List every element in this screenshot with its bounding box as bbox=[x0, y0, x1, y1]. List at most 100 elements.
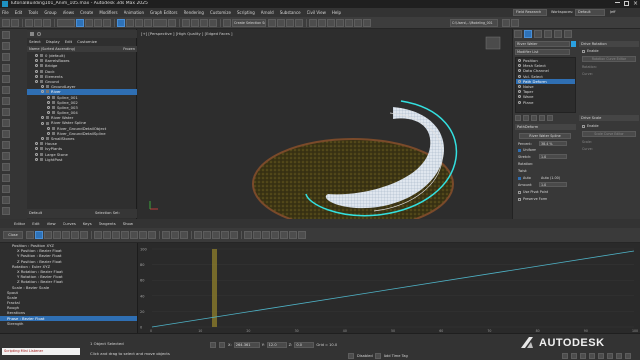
draw-curves-icon[interactable] bbox=[80, 231, 88, 239]
smooth-tangents-icon[interactable] bbox=[148, 231, 156, 239]
maximize-viewport-icon[interactable] bbox=[616, 353, 622, 359]
spline-tangents-icon[interactable] bbox=[103, 231, 111, 239]
menu-item[interactable]: Group bbox=[44, 10, 56, 15]
percent-snap-icon[interactable] bbox=[200, 19, 208, 27]
search-field[interactable]: Field Research bbox=[513, 9, 547, 16]
uniform-checkbox[interactable] bbox=[518, 149, 521, 152]
visibility-eye-icon[interactable] bbox=[35, 64, 38, 68]
rotate-icon[interactable] bbox=[126, 19, 134, 27]
visibility-eye-icon[interactable] bbox=[35, 74, 38, 78]
menu-item[interactable]: Rendering bbox=[184, 10, 204, 15]
move-keys-icon[interactable] bbox=[35, 231, 43, 239]
scale-icon[interactable] bbox=[135, 19, 143, 27]
pan-view-icon[interactable] bbox=[598, 353, 604, 359]
scene-list-item[interactable]: LightPost bbox=[27, 157, 137, 162]
scale-curve-editor-button[interactable]: Scale Curve Editor bbox=[582, 131, 636, 137]
visibility-eye-icon[interactable] bbox=[35, 142, 38, 146]
configure-sets-icon[interactable] bbox=[547, 115, 553, 121]
modifier-toggle-icon[interactable] bbox=[518, 79, 521, 83]
modify-tab-icon[interactable] bbox=[524, 30, 532, 38]
motion-tab-icon[interactable] bbox=[544, 30, 552, 38]
display-tab-icon[interactable] bbox=[554, 30, 562, 38]
modifier-list-dropdown[interactable]: Modifier List bbox=[515, 49, 570, 55]
layer-explorer-icon[interactable] bbox=[286, 19, 294, 27]
visibility-eye-icon[interactable] bbox=[35, 147, 38, 151]
show-end-result-icon[interactable] bbox=[523, 115, 529, 121]
linear-tangents-icon[interactable] bbox=[139, 231, 147, 239]
select-by-name-icon[interactable] bbox=[85, 19, 93, 27]
minimize-icon[interactable] bbox=[615, 2, 620, 3]
display-geometry-icon[interactable] bbox=[2, 64, 10, 72]
visibility-eye-icon[interactable] bbox=[35, 69, 38, 73]
object-name-field[interactable]: River Water bbox=[515, 41, 570, 47]
visibility-eye-icon[interactable] bbox=[41, 116, 44, 120]
menu-item[interactable]: Graph Editors bbox=[150, 10, 177, 15]
object-color-swatch[interactable] bbox=[571, 41, 576, 47]
display-helpers-icon[interactable] bbox=[2, 108, 10, 116]
zoom-region-icon[interactable] bbox=[230, 231, 238, 239]
select-object-icon[interactable] bbox=[76, 19, 84, 27]
isolate-selection-icon[interactable] bbox=[210, 342, 216, 348]
amount-spinner[interactable]: 1.0 bbox=[539, 182, 567, 187]
function-curve-graph[interactable]: 100 80 60 40 20 0 0 10 20 30 40 50 60 70 80 90 100 bbox=[138, 243, 640, 333]
menu-item[interactable]: Substance bbox=[280, 10, 301, 15]
visibility-eye-icon[interactable] bbox=[47, 105, 50, 109]
zoom-viewport-icon[interactable] bbox=[562, 353, 568, 359]
curve-editor-menu[interactable]: Edit bbox=[32, 221, 39, 226]
create-tab-icon[interactable] bbox=[514, 30, 522, 38]
isolate-curve-icon[interactable] bbox=[244, 231, 252, 239]
pathdeform-rollout-header[interactable]: PathDeform bbox=[515, 124, 576, 130]
visibility-eye-icon[interactable] bbox=[41, 121, 44, 125]
sort-by-layer-icon[interactable] bbox=[2, 196, 10, 204]
visibility-eye-icon[interactable] bbox=[41, 90, 44, 94]
frame-value-icon[interactable] bbox=[212, 231, 220, 239]
display-hidden-icon[interactable] bbox=[2, 185, 10, 193]
zoom-all-icon[interactable] bbox=[571, 353, 577, 359]
menu-item[interactable]: Help bbox=[332, 10, 341, 15]
drive-scale-header[interactable]: Drive Scale bbox=[579, 115, 639, 121]
pan-icon[interactable] bbox=[194, 231, 202, 239]
project-path-dropdown[interactable]: C:\Users\...\Modeling_001 bbox=[450, 19, 498, 27]
track-list-item[interactable]: Strength bbox=[0, 321, 137, 326]
visibility-eye-icon[interactable] bbox=[41, 85, 44, 89]
edit-named-sets-icon[interactable] bbox=[223, 19, 231, 27]
name-column-header[interactable]: Name (Sorted Ascending) bbox=[29, 46, 75, 52]
menu-item[interactable]: Edit bbox=[15, 10, 23, 15]
visibility-eye-icon[interactable] bbox=[47, 126, 50, 130]
visibility-eye-icon[interactable] bbox=[47, 131, 50, 135]
drive-scale-enable-checkbox[interactable] bbox=[582, 125, 585, 128]
rotation-curve-editor-button[interactable]: Rotation Curve Editor bbox=[582, 56, 636, 62]
time-tag-icon[interactable] bbox=[374, 353, 381, 359]
place-icon[interactable] bbox=[144, 19, 152, 27]
display-none-icon[interactable] bbox=[2, 42, 10, 50]
close-curve-editor-button[interactable]: Close bbox=[3, 231, 23, 239]
curve-editor-menu[interactable]: View bbox=[47, 221, 56, 226]
scale-values-icon[interactable] bbox=[62, 231, 70, 239]
display-frozen-icon[interactable] bbox=[2, 174, 10, 182]
maxscript-listener[interactable]: Scripting Mini Listener bbox=[2, 348, 80, 355]
key-stats-icon[interactable] bbox=[253, 231, 261, 239]
find-icon[interactable] bbox=[37, 32, 41, 36]
display-shapes-icon[interactable] bbox=[2, 75, 10, 83]
parameter-curve-out-of-range-icon[interactable] bbox=[280, 231, 288, 239]
zoom-icon[interactable] bbox=[221, 231, 229, 239]
open-explorer-icon[interactable] bbox=[511, 19, 519, 27]
auto-checkbox[interactable] bbox=[518, 177, 521, 180]
close-icon[interactable]: × bbox=[633, 0, 638, 7]
step-tangents-icon[interactable] bbox=[130, 231, 138, 239]
reduce-keys-icon[interactable] bbox=[271, 231, 279, 239]
workspace-dropdown[interactable]: Default bbox=[575, 9, 605, 16]
scene-tab[interactable]: Edit bbox=[65, 39, 72, 44]
filter-icon[interactable] bbox=[30, 32, 34, 36]
drive-rotation-header[interactable]: Drive Rotation bbox=[579, 41, 639, 47]
menu-item[interactable]: Customize bbox=[210, 10, 231, 15]
angle-snap-icon[interactable] bbox=[191, 19, 199, 27]
selection-set-dropdown[interactable]: Create Selection Se bbox=[232, 19, 266, 27]
menu-item[interactable]: Animation bbox=[124, 10, 144, 15]
undo-icon[interactable] bbox=[2, 19, 10, 27]
curve-editor-menu[interactable]: Keys bbox=[83, 221, 92, 226]
region-select-icon[interactable] bbox=[94, 19, 102, 27]
scale-keys-icon[interactable] bbox=[53, 231, 61, 239]
curve-graph-canvas[interactable]: 1008060402000 10 20 30 40 50 60 70 80 90 100 bbox=[138, 243, 640, 334]
display-lights-icon[interactable] bbox=[2, 86, 10, 94]
